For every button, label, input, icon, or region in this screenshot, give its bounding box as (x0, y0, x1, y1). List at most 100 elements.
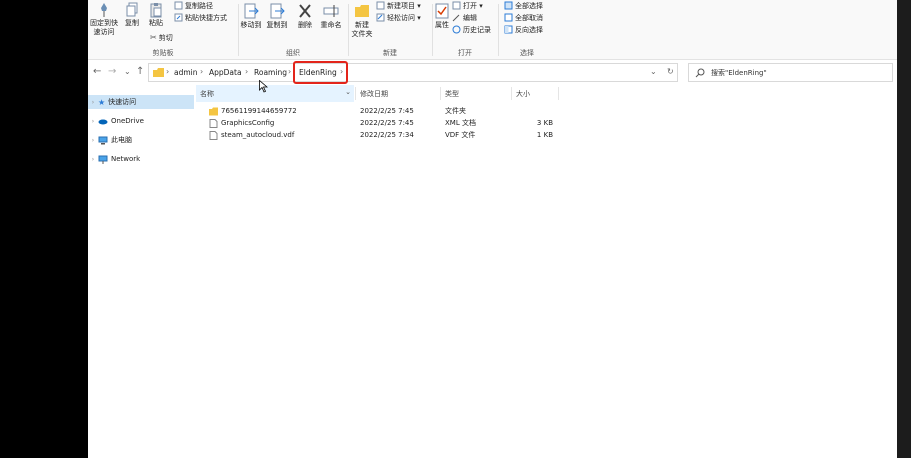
column-header-type[interactable]: 类型 (441, 85, 511, 102)
properties-label: 属性 (435, 21, 449, 29)
sidebar-item-this-pc[interactable]: › 此电脑 (88, 133, 194, 147)
file-size (512, 105, 553, 117)
copy-path-button[interactable]: 复制路径 (174, 0, 213, 11)
address-dropdown-button[interactable]: ⌄ (650, 67, 657, 76)
up-button[interactable]: ↑ (136, 66, 144, 78)
sidebar-item-label: OneDrive (111, 117, 144, 125)
sidebar-item-label: 此电脑 (111, 136, 132, 144)
network-icon (98, 155, 108, 164)
scissors-icon: ✂ (150, 33, 157, 42)
copy-to-button[interactable]: 复制到 (264, 2, 290, 30)
column-header: 名称 ⌄ 修改日期 类型 大小 (196, 85, 897, 102)
address-bar[interactable]: › admin › AppData › Roaming › EldenRing … (148, 61, 678, 84)
delete-button[interactable]: 删除 (294, 2, 316, 30)
refresh-button[interactable]: ↻ (667, 67, 674, 76)
computer-icon (98, 136, 108, 144)
sidebar-item-network[interactable]: › Network (88, 152, 194, 166)
select-group-label: 选择 (520, 49, 534, 57)
sidebar-item-onedrive[interactable]: › OneDrive (88, 114, 194, 128)
folder-icon (209, 107, 218, 115)
new-item-button[interactable]: 新建项目 ▾ (376, 0, 421, 11)
select-all-button[interactable]: 全部选择 (504, 0, 543, 11)
easy-access-button[interactable]: 轻松访问 ▾ (376, 12, 421, 23)
file-row[interactable]: 76561199144659772 2022/2/25 7:45 文件夹 (196, 105, 897, 117)
history-label: 历史记录 (463, 25, 491, 34)
sidebar-item-label: Network (111, 155, 141, 163)
paste-shortcut-icon (174, 13, 183, 22)
file-name-cell: GraphicsConfig (209, 117, 359, 129)
search-box[interactable]: 搜索"EldenRing" (688, 63, 893, 82)
file-list: 名称 ⌄ 修改日期 类型 大小 76561199144659772 2022/2… (196, 85, 897, 458)
breadcrumb-highlight (293, 61, 348, 84)
file-name-cell: steam_autocloud.vdf (209, 129, 359, 141)
pin-quick-access-button[interactable]: 固定到快 速访问 (88, 2, 120, 37)
cut-button[interactable]: ✂ 剪切 (150, 32, 173, 43)
copy-icon (126, 2, 138, 17)
paste-label: 粘贴 (149, 19, 163, 27)
column-size-label: 大小 (516, 89, 530, 98)
file-size: 1 KB (536, 131, 553, 139)
forward-button[interactable]: → (108, 66, 116, 78)
breadcrumb-roaming[interactable]: Roaming (254, 68, 287, 77)
breadcrumb-admin[interactable]: admin (174, 68, 198, 77)
move-to-button[interactable]: 移动到 (238, 2, 264, 30)
back-button[interactable]: ← (93, 66, 101, 78)
select-none-button[interactable]: 全部取消 (504, 12, 543, 23)
expand-chevron-icon[interactable]: › (88, 156, 98, 163)
file-type: VDF 文件 (445, 131, 476, 139)
edit-button[interactable]: 编辑 (452, 12, 477, 23)
rename-icon (323, 5, 339, 17)
paste-shortcut-label: 粘贴快捷方式 (185, 13, 227, 22)
copy-to-label: 复制到 (266, 21, 288, 29)
open-button[interactable]: 打开 ▾ (452, 0, 483, 11)
expand-chevron-icon[interactable]: › (88, 99, 98, 106)
paste-icon (150, 3, 162, 18)
search-icon (695, 68, 705, 78)
breadcrumb-separator: › (245, 67, 249, 76)
breadcrumb-appdata[interactable]: AppData (209, 68, 242, 77)
open-group-label: 打开 (458, 49, 472, 57)
invert-selection-label: 反向选择 (515, 25, 543, 34)
file-row[interactable]: steam_autocloud.vdf 2022/2/25 7:34 VDF 文… (196, 129, 897, 141)
file-icon (209, 118, 218, 128)
easy-access-label: 轻松访问 ▾ (387, 13, 421, 22)
copy-to-icon (270, 3, 285, 19)
select-none-icon (504, 13, 513, 22)
cloud-icon (98, 119, 108, 125)
rename-button[interactable]: 重命名 (318, 2, 344, 30)
column-header-date[interactable]: 修改日期 (356, 85, 440, 102)
move-to-label: 移动到 (240, 21, 262, 29)
copy-button[interactable]: 复制 (122, 2, 142, 28)
invert-selection-button[interactable]: 反向选择 (504, 24, 543, 35)
open-icon (452, 1, 461, 10)
move-to-icon (244, 3, 259, 19)
file-row[interactable]: GraphicsConfig 2022/2/25 7:45 XML 文档 3 K… (196, 117, 897, 129)
file-name-cell: 76561199144659772 (209, 105, 359, 117)
column-header-size[interactable]: 大小 (512, 85, 558, 102)
column-divider[interactable] (558, 87, 559, 100)
expand-chevron-icon[interactable]: › (88, 118, 98, 125)
history-button[interactable]: 历史记录 (452, 24, 491, 35)
copy-label: 复制 (125, 19, 139, 27)
history-icon (452, 25, 461, 34)
file-date: 2022/2/25 7:45 (360, 119, 414, 127)
clipboard-group: 固定到快 速访问 复制 粘贴 复制路径 粘贴快捷方式 ✂ 剪切 剪贴板 (88, 0, 238, 60)
file-date: 2022/2/25 7:45 (360, 107, 414, 115)
properties-button[interactable]: 属性 (434, 2, 450, 30)
select-all-icon (504, 1, 513, 10)
navigation-pane: › ★ 快速访问 › OneDrive › 此电脑 › Network (88, 85, 196, 458)
copy-path-label: 复制路径 (185, 1, 213, 10)
paste-shortcut-button[interactable]: 粘贴快捷方式 (174, 12, 227, 23)
delete-label: 删除 (298, 21, 312, 29)
paste-button[interactable]: 粘贴 (146, 2, 166, 28)
expand-chevron-icon[interactable]: › (88, 137, 98, 144)
sidebar-item-quick-access[interactable]: › ★ 快速访问 (88, 95, 194, 109)
breadcrumb-separator: › (288, 67, 292, 76)
file-date: 2022/2/25 7:34 (360, 131, 414, 139)
file-name: GraphicsConfig (221, 119, 275, 127)
new-folder-button[interactable]: 新建 文件夹 (350, 2, 374, 39)
column-dropdown-icon[interactable]: ⌄ (345, 88, 351, 96)
column-header-name[interactable]: 名称 ⌄ (196, 85, 354, 102)
recent-locations-button[interactable]: ⌄ (124, 66, 131, 78)
open-label: 打开 ▾ (463, 1, 483, 10)
